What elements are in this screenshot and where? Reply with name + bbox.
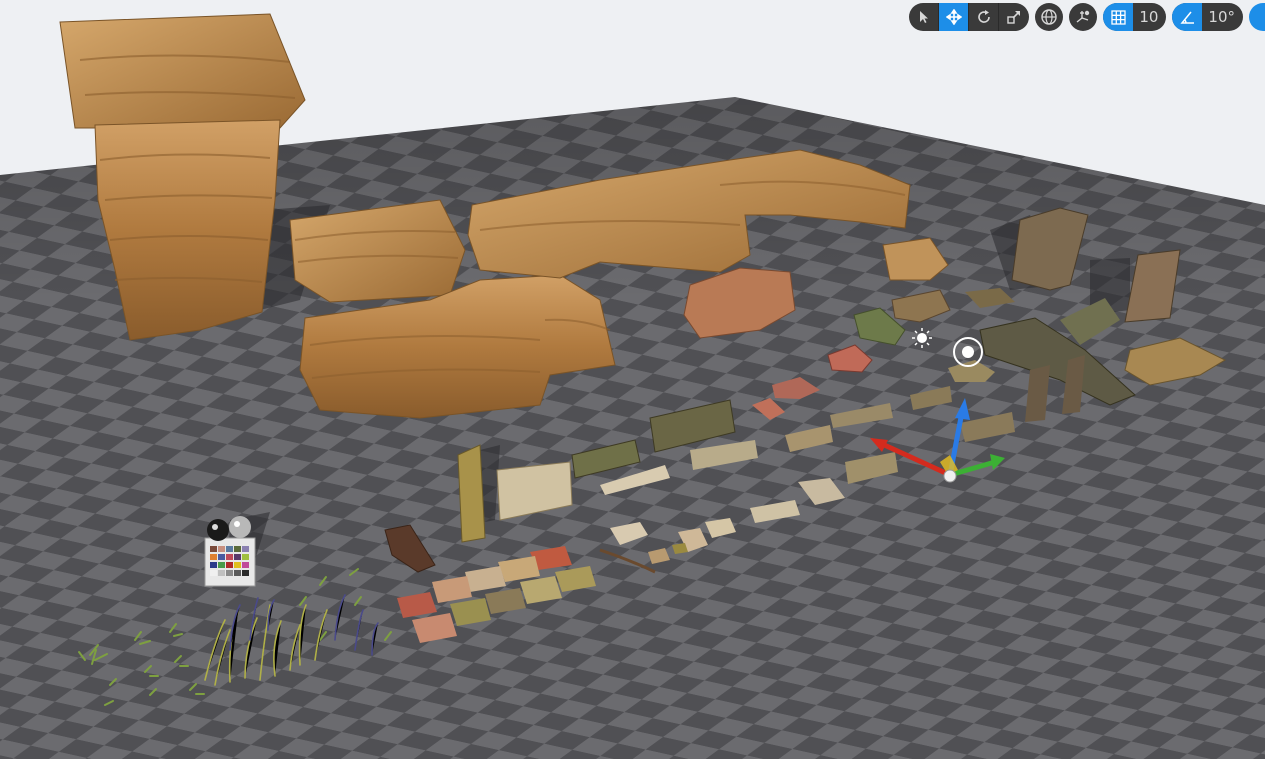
translate-mode-button[interactable] <box>939 3 970 31</box>
cursor-arrow-icon <box>919 11 928 23</box>
rotation-snap-value[interactable]: 10° <box>1202 8 1243 26</box>
surface-snap-button[interactable] <box>1069 3 1098 31</box>
level-viewport[interactable]: 10 10° <box>0 0 1265 759</box>
scale-icon <box>1007 11 1021 24</box>
viewport-toolbar: 10 10° <box>909 2 1265 32</box>
color-checker-prop[interactable] <box>204 516 256 587</box>
angle-icon <box>1180 11 1194 24</box>
select-mode-button[interactable] <box>909 3 940 31</box>
rotation-snap-control[interactable]: 10° <box>1172 3 1243 31</box>
point-light-icon[interactable] <box>912 328 932 348</box>
transform-mode-group <box>909 3 1030 31</box>
rotate-icon <box>978 10 990 23</box>
scene-render[interactable] <box>0 0 1265 759</box>
grid-snap-value[interactable]: 10 <box>1133 8 1166 26</box>
camera-speed-button[interactable] <box>1249 3 1265 31</box>
move-arrows-icon <box>945 9 962 25</box>
grid-icon <box>1111 9 1126 25</box>
rotate-mode-button[interactable] <box>969 3 1000 31</box>
grid-snap-toggle[interactable] <box>1103 3 1134 31</box>
rotation-snap-toggle[interactable] <box>1172 3 1203 31</box>
world-local-toggle[interactable] <box>1035 3 1064 31</box>
globe-icon <box>1041 9 1058 25</box>
grid-snap-control[interactable]: 10 <box>1103 3 1167 31</box>
scale-mode-button[interactable] <box>999 3 1029 31</box>
surface-snap-icon <box>1076 10 1090 23</box>
